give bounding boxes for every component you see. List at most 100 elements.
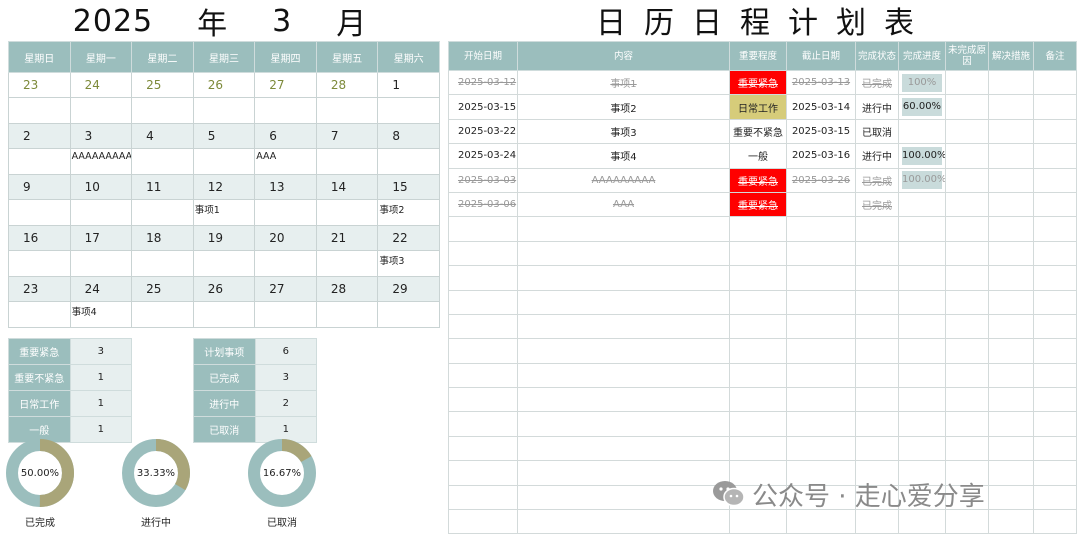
empty-cell[interactable] xyxy=(945,509,989,535)
start-date-cell[interactable]: 2025-03-12 xyxy=(448,69,518,96)
empty-cell[interactable] xyxy=(786,216,856,242)
schedule-empty-row[interactable] xyxy=(448,313,1077,340)
calendar-event[interactable] xyxy=(69,250,133,277)
calendar-event[interactable] xyxy=(131,250,194,277)
calendar-event[interactable] xyxy=(254,97,317,124)
solution-cell[interactable] xyxy=(988,118,1034,145)
calendar-day[interactable]: 23 xyxy=(8,276,71,302)
empty-cell[interactable] xyxy=(1033,338,1077,364)
progress-cell[interactable]: 100.00% xyxy=(898,143,946,169)
calendar-day[interactable]: 24 xyxy=(69,72,133,98)
empty-cell[interactable] xyxy=(988,216,1034,242)
calendar-day[interactable]: 18 xyxy=(131,225,194,251)
empty-cell[interactable] xyxy=(988,289,1034,315)
empty-cell[interactable] xyxy=(945,265,989,291)
calendar-day[interactable]: 5 xyxy=(192,123,256,149)
empty-cell[interactable] xyxy=(517,435,730,462)
priority-cell[interactable]: 重要紧急 xyxy=(729,167,787,193)
calendar-day[interactable]: 7 xyxy=(315,123,379,149)
empty-cell[interactable] xyxy=(517,509,730,535)
deadline-cell[interactable]: 2025-03-15 xyxy=(786,118,856,145)
empty-cell[interactable] xyxy=(786,240,856,267)
empty-cell[interactable] xyxy=(945,387,989,413)
calendar-day[interactable]: 1 xyxy=(377,72,440,98)
empty-cell[interactable] xyxy=(1033,240,1077,267)
calendar-event[interactable] xyxy=(315,97,379,124)
empty-cell[interactable] xyxy=(898,265,946,291)
empty-cell[interactable] xyxy=(855,387,899,413)
solution-cell[interactable] xyxy=(988,167,1034,193)
calendar-day[interactable]: 15 xyxy=(377,174,440,200)
empty-cell[interactable] xyxy=(855,216,899,242)
empty-cell[interactable] xyxy=(988,240,1034,267)
calendar-event[interactable] xyxy=(8,301,71,328)
calendar-event[interactable] xyxy=(377,301,440,328)
empty-cell[interactable] xyxy=(898,387,946,413)
empty-cell[interactable] xyxy=(729,362,787,389)
calendar-day[interactable]: 26 xyxy=(192,72,256,98)
calendar-day[interactable]: 11 xyxy=(131,174,194,200)
remark-cell[interactable] xyxy=(1033,191,1077,218)
schedule-empty-row[interactable] xyxy=(448,435,1077,462)
empty-cell[interactable] xyxy=(729,313,787,340)
calendar-event[interactable]: AAA xyxy=(254,148,317,175)
deadline-cell[interactable]: 2025-03-16 xyxy=(786,143,856,169)
calendar-event[interactable] xyxy=(254,199,317,226)
empty-cell[interactable] xyxy=(988,338,1034,364)
empty-cell[interactable] xyxy=(855,411,899,437)
content-cell[interactable]: 事项4 xyxy=(517,143,730,169)
progress-cell[interactable] xyxy=(898,118,946,145)
empty-cell[interactable] xyxy=(1033,411,1077,437)
calendar-event[interactable] xyxy=(192,250,256,277)
calendar-day[interactable]: 17 xyxy=(69,225,133,251)
start-date-cell[interactable]: 2025-03-22 xyxy=(448,118,518,145)
remark-cell[interactable] xyxy=(1033,143,1077,169)
calendar-event[interactable] xyxy=(69,199,133,226)
reason-cell[interactable] xyxy=(945,69,989,96)
empty-cell[interactable] xyxy=(729,387,787,413)
calendar-day[interactable]: 6 xyxy=(254,123,317,149)
schedule-row[interactable]: 2025-03-12 事项1 重要紧急 2025-03-13 已完成 100% xyxy=(448,69,1077,96)
schedule-empty-row[interactable] xyxy=(448,289,1077,315)
empty-cell[interactable] xyxy=(988,435,1034,462)
calendar-day[interactable]: 4 xyxy=(131,123,194,149)
calendar-day[interactable]: 27 xyxy=(254,276,317,302)
deadline-cell[interactable]: 2025-03-13 xyxy=(786,69,856,96)
empty-cell[interactable] xyxy=(945,313,989,340)
reason-cell[interactable] xyxy=(945,191,989,218)
calendar-event[interactable] xyxy=(254,301,317,328)
calendar-event[interactable] xyxy=(69,97,133,124)
content-cell[interactable]: 事项1 xyxy=(517,69,730,96)
empty-cell[interactable] xyxy=(898,362,946,389)
schedule-empty-row[interactable] xyxy=(448,216,1077,242)
calendar-day[interactable]: 26 xyxy=(192,276,256,302)
calendar-event[interactable]: 事项3 xyxy=(377,250,440,277)
empty-cell[interactable] xyxy=(945,216,989,242)
calendar-event[interactable] xyxy=(377,148,440,175)
calendar-day[interactable]: 13 xyxy=(254,174,317,200)
calendar-day[interactable]: 22 xyxy=(377,225,440,251)
empty-cell[interactable] xyxy=(1033,289,1077,315)
reason-cell[interactable] xyxy=(945,118,989,145)
empty-cell[interactable] xyxy=(855,313,899,340)
calendar-day[interactable]: 24 xyxy=(69,276,133,302)
empty-cell[interactable] xyxy=(786,289,856,315)
calendar-event[interactable] xyxy=(254,250,317,277)
empty-cell[interactable] xyxy=(729,265,787,291)
progress-cell[interactable]: 100% xyxy=(898,69,946,96)
schedule-row[interactable]: 2025-03-03 AAAAAAAAA 重要紧急 2025-03-26 已完成 100.… xyxy=(448,167,1077,193)
empty-cell[interactable] xyxy=(1033,387,1077,413)
solution-cell[interactable] xyxy=(988,143,1034,169)
empty-cell[interactable] xyxy=(448,387,518,413)
empty-cell[interactable] xyxy=(1033,313,1077,340)
empty-cell[interactable] xyxy=(988,460,1034,486)
empty-cell[interactable] xyxy=(855,240,899,267)
calendar-event[interactable] xyxy=(377,97,440,124)
content-cell[interactable]: AAAAAAAAA xyxy=(517,167,730,193)
calendar-event[interactable] xyxy=(315,250,379,277)
calendar-event[interactable] xyxy=(315,199,379,226)
schedule-empty-row[interactable] xyxy=(448,509,1077,535)
empty-cell[interactable] xyxy=(786,509,856,535)
deadline-cell[interactable]: 2025-03-26 xyxy=(786,167,856,193)
empty-cell[interactable] xyxy=(988,484,1034,511)
